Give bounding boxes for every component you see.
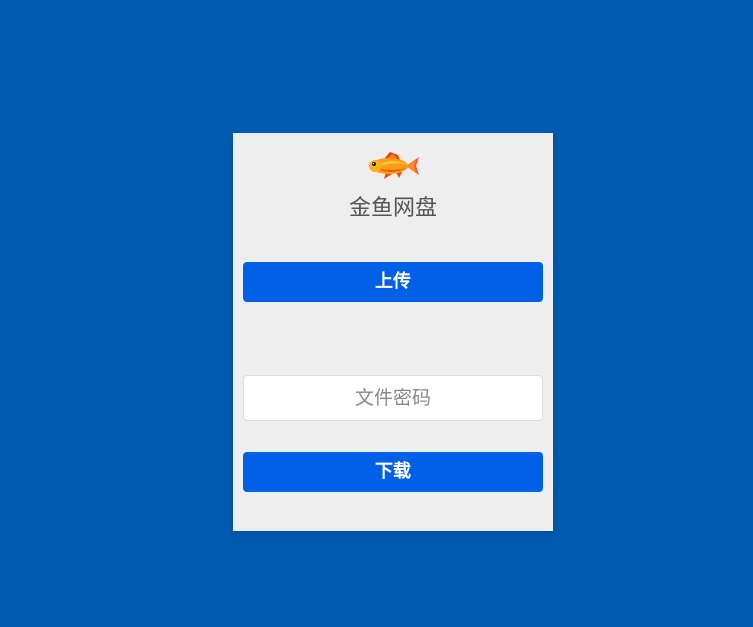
netdisk-card: 金鱼网盘 上传 下载 xyxy=(233,133,553,531)
goldfish-icon xyxy=(369,152,419,179)
file-password-input[interactable] xyxy=(243,375,543,421)
download-button[interactable]: 下载 xyxy=(243,452,543,492)
upload-button[interactable]: 上传 xyxy=(243,262,543,302)
app-title: 金鱼网盘 xyxy=(348,196,437,221)
